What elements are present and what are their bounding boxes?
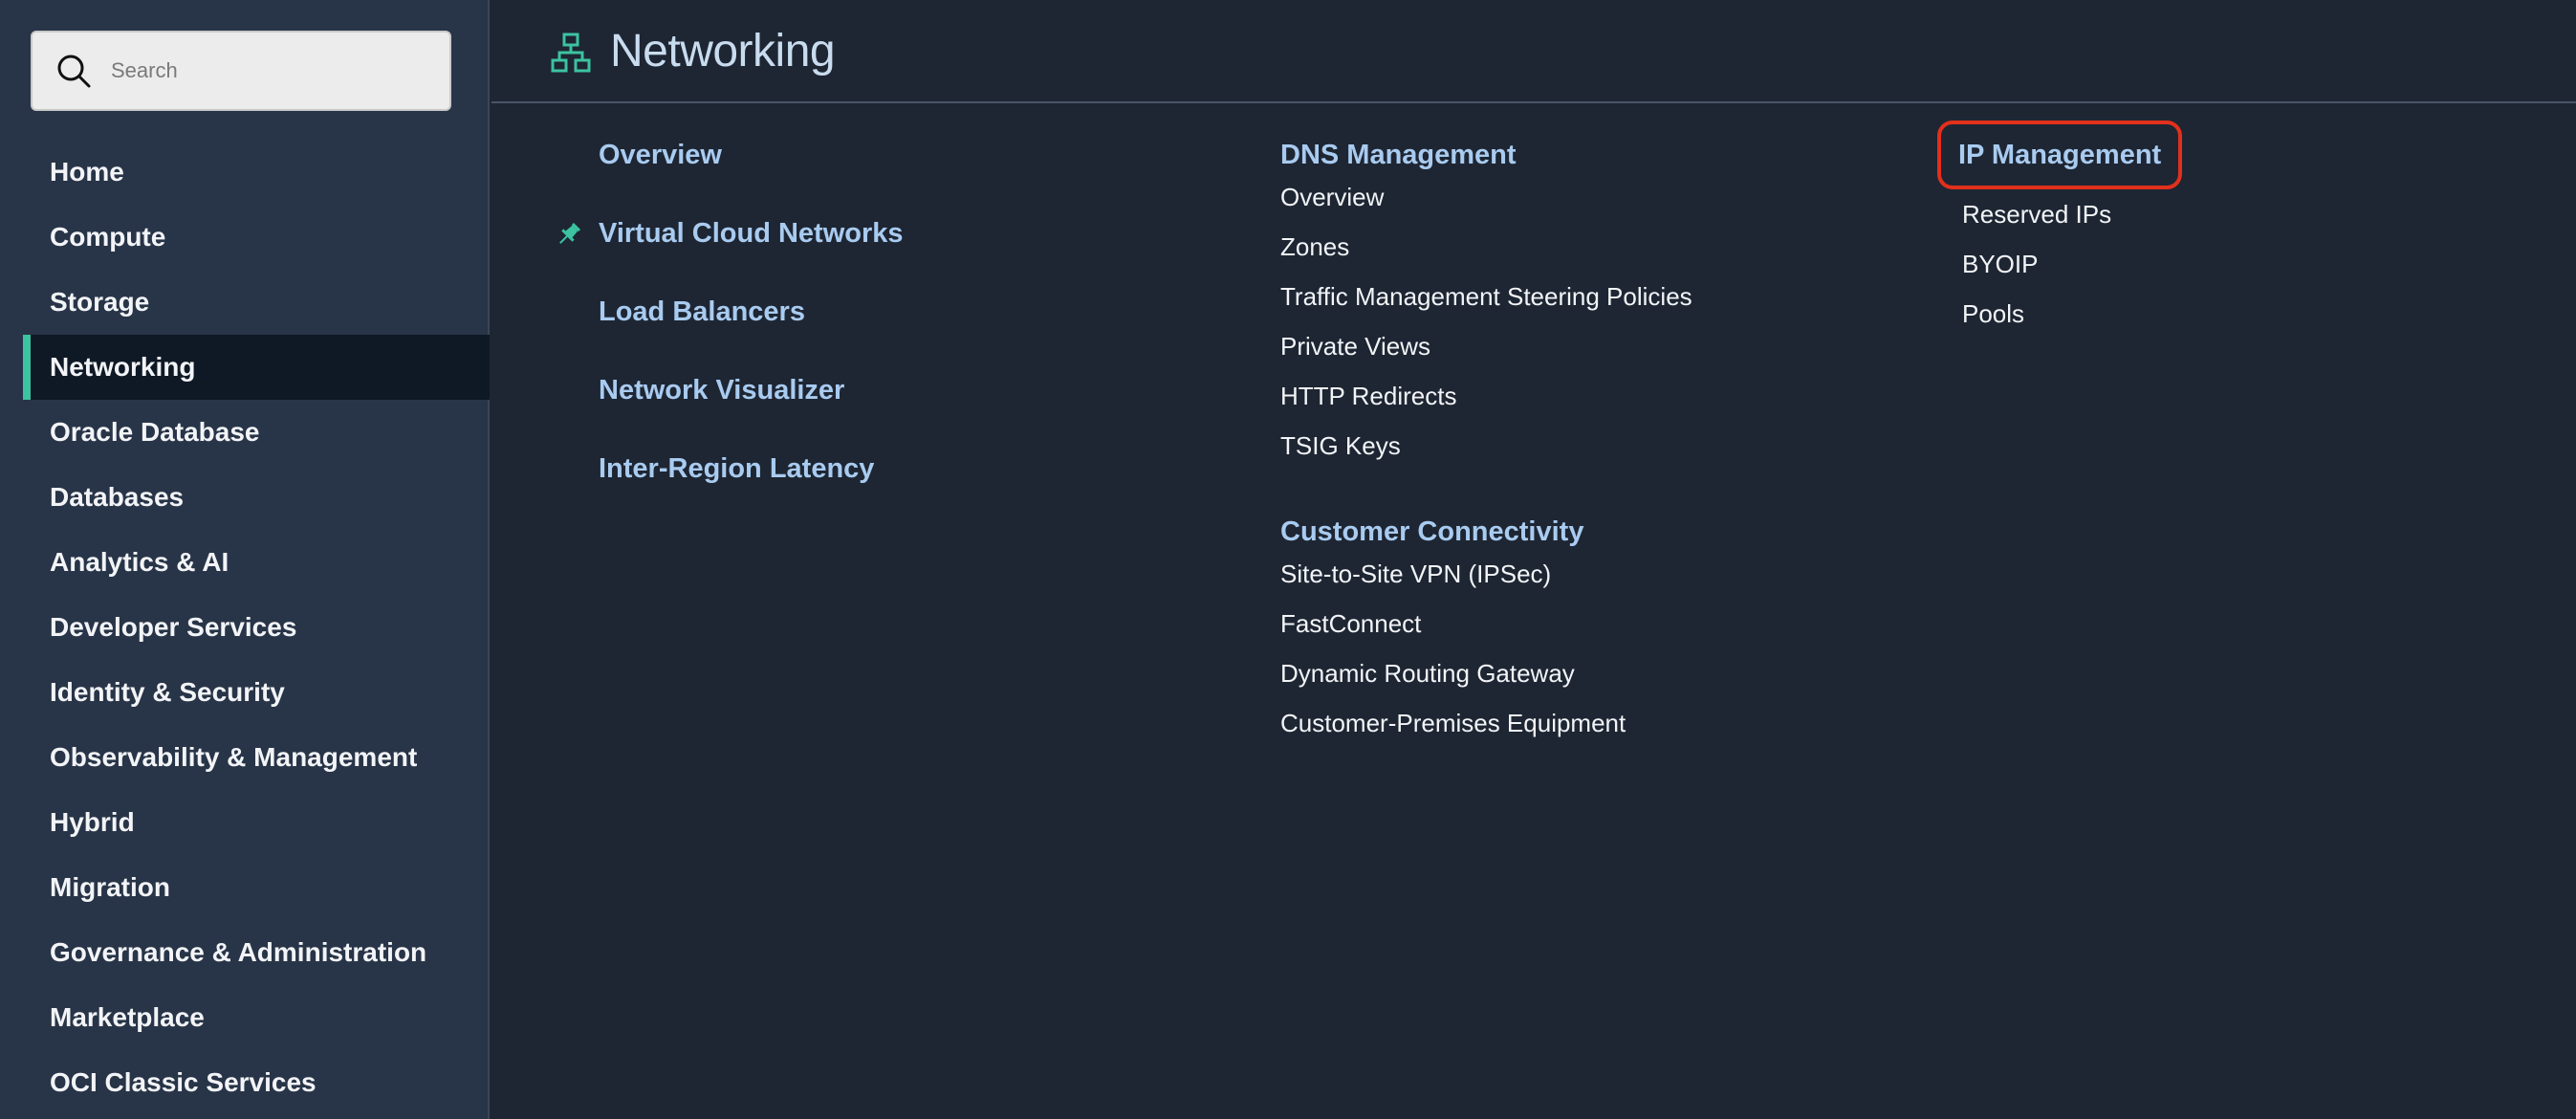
sidebar-item-networking[interactable]: Networking bbox=[23, 335, 490, 400]
dns-item-traffic-management[interactable]: Traffic Management Steering Policies bbox=[1280, 272, 1692, 321]
customer-connectivity-title[interactable]: Customer Connectivity bbox=[1280, 516, 1583, 549]
sidebar-item-developer-services[interactable]: Developer Services bbox=[0, 595, 490, 660]
sidebar-item-analytics-ai[interactable]: Analytics & AI bbox=[0, 530, 490, 595]
sidebar-item-governance-administration[interactable]: Governance & Administration bbox=[0, 920, 490, 985]
link-inter-region-latency[interactable]: Inter-Region Latency bbox=[599, 453, 904, 532]
group-dns-management: DNS Management Overview Zones Traffic Ma… bbox=[1280, 140, 1692, 471]
ip-management-title[interactable]: IP Management bbox=[1937, 121, 2183, 189]
connectivity-item-fastconnect[interactable]: FastConnect bbox=[1280, 599, 1626, 648]
dns-item-zones[interactable]: Zones bbox=[1280, 222, 1692, 272]
dns-item-overview[interactable]: Overview bbox=[1280, 172, 1692, 222]
sidebar-item-databases[interactable]: Databases bbox=[0, 465, 490, 530]
link-virtual-cloud-networks[interactable]: Virtual Cloud Networks bbox=[559, 218, 904, 296]
ip-item-byoip[interactable]: BYOIP bbox=[1962, 239, 2182, 289]
link-overview[interactable]: Overview bbox=[599, 140, 904, 218]
link-load-balancers[interactable]: Load Balancers bbox=[599, 296, 904, 375]
network-icon bbox=[551, 33, 591, 73]
ip-item-reserved-ips[interactable]: Reserved IPs bbox=[1962, 189, 2182, 239]
sidebar-item-marketplace[interactable]: Marketplace bbox=[0, 985, 490, 1050]
main-panel: Networking Overview Virtual Cloud Networ… bbox=[491, 0, 2576, 1119]
group-customer-connectivity: Customer Connectivity Site-to-Site VPN (… bbox=[1280, 516, 1626, 748]
sidebar-item-hybrid[interactable]: Hybrid bbox=[0, 790, 490, 855]
sidebar-item-identity-security[interactable]: Identity & Security bbox=[0, 660, 490, 725]
sidebar-item-home[interactable]: Home bbox=[0, 140, 490, 205]
sidebar-item-migration[interactable]: Migration bbox=[0, 855, 490, 920]
ip-item-pools[interactable]: Pools bbox=[1962, 289, 2182, 339]
search-input[interactable] bbox=[111, 58, 426, 83]
connectivity-item-dynamic-routing-gateway[interactable]: Dynamic Routing Gateway bbox=[1280, 648, 1626, 698]
dns-item-http-redirects[interactable]: HTTP Redirects bbox=[1280, 371, 1692, 421]
networking-links: Overview Virtual Cloud Networks Load Bal… bbox=[559, 140, 904, 532]
link-network-visualizer[interactable]: Network Visualizer bbox=[599, 375, 904, 453]
dns-item-tsig-keys[interactable]: TSIG Keys bbox=[1280, 421, 1692, 471]
link-label: Virtual Cloud Networks bbox=[599, 218, 904, 249]
pin-icon[interactable] bbox=[555, 220, 583, 249]
connectivity-item-site-to-site-vpn[interactable]: Site-to-Site VPN (IPSec) bbox=[1280, 549, 1626, 599]
dns-item-private-views[interactable]: Private Views bbox=[1280, 321, 1692, 371]
sidebar-item-oracle-database[interactable]: Oracle Database bbox=[0, 400, 490, 465]
sidebar-item-storage[interactable]: Storage bbox=[0, 270, 490, 335]
connectivity-item-customer-premises-equipment[interactable]: Customer-Premises Equipment bbox=[1280, 698, 1626, 748]
sidebar-nav: Home Compute Storage Networking Oracle D… bbox=[0, 140, 490, 1115]
sidebar-item-oci-classic-services[interactable]: OCI Classic Services bbox=[0, 1050, 490, 1115]
search-icon bbox=[54, 51, 94, 91]
page-title: Networking bbox=[610, 26, 836, 77]
sidebar: Home Compute Storage Networking Oracle D… bbox=[0, 0, 490, 1119]
dns-management-title[interactable]: DNS Management bbox=[1280, 140, 1517, 172]
page-header: Networking bbox=[491, 0, 2576, 103]
group-ip-management: IP Management Reserved IPs BYOIP Pools bbox=[1937, 121, 2183, 339]
search-box[interactable] bbox=[31, 31, 451, 111]
sidebar-item-compute[interactable]: Compute bbox=[0, 205, 490, 270]
sidebar-item-observability-management[interactable]: Observability & Management bbox=[0, 725, 490, 790]
